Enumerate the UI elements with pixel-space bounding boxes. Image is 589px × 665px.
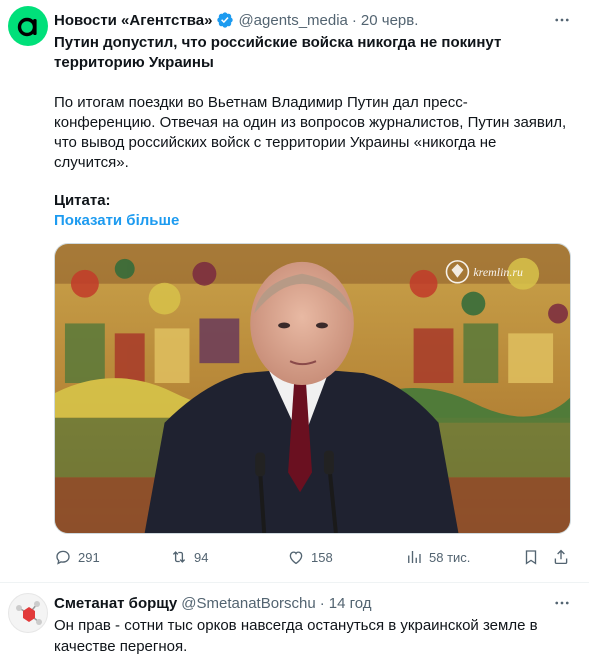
- bookmark-button[interactable]: [522, 546, 540, 568]
- agency-logo-icon: [17, 17, 37, 37]
- reply-author-handle[interactable]: @SmetanatBorschu: [181, 595, 315, 612]
- repost-button[interactable]: 94: [170, 546, 208, 568]
- reply-button[interactable]: 291: [54, 546, 100, 568]
- show-more-link[interactable]: Показати більше: [54, 212, 179, 229]
- like-button[interactable]: 158: [287, 546, 333, 568]
- tweet-body: По итогам поездки во Вьетнам Владимир Пу…: [54, 94, 567, 171]
- reply-header: Сметанат борщу @SmetanatBorschu · 14 год: [54, 593, 372, 613]
- author-name[interactable]: Новости «Агентства»: [54, 12, 212, 29]
- reply-date[interactable]: 14 год: [329, 595, 372, 612]
- press-conference-photo: kremlin.ru: [55, 244, 570, 533]
- reply-text: Он прав - сотни тыс орков навсегда остан…: [54, 617, 538, 655]
- tweet-header: Новости «Агентства» @agents_media · 20 ч…: [54, 10, 418, 30]
- reply-avatar[interactable]: [8, 593, 48, 633]
- more-icon[interactable]: [551, 10, 573, 30]
- author-handle[interactable]: @agents_media: [238, 12, 347, 29]
- verified-badge-icon: [217, 12, 234, 28]
- reply-author-name[interactable]: Сметанат борщу: [54, 595, 177, 612]
- avatar[interactable]: [8, 6, 48, 46]
- share-icon: [554, 549, 568, 565]
- tweet-date[interactable]: 20 черв.: [361, 12, 419, 29]
- views-icon: [408, 551, 421, 563]
- separator-dot: ·: [351, 11, 357, 29]
- reply-more-icon[interactable]: [551, 593, 573, 613]
- reply-separator-dot: ·: [319, 594, 325, 612]
- bookmark-icon: [525, 550, 537, 565]
- watermark-text: kremlin.ru: [473, 265, 523, 279]
- repost-icon: [172, 551, 186, 563]
- reply-tweet[interactable]: Сметанат борщу @SmetanatBorschu · 14 год…: [0, 583, 589, 665]
- tweet-media-image[interactable]: kremlin.ru: [54, 243, 571, 534]
- like-icon: [289, 551, 303, 565]
- tweet-headline: Путин допустил, что российские войска ни…: [54, 34, 502, 71]
- reply-count: 291: [78, 549, 100, 565]
- views-button[interactable]: 58 тис.: [405, 546, 470, 568]
- quote-label: Цитата:: [54, 192, 111, 209]
- views-count: 58 тис.: [429, 549, 471, 565]
- molecule-icon: [16, 601, 42, 625]
- share-button[interactable]: [552, 546, 570, 568]
- tweet-actions: 291 94 158 58 тис.: [54, 546, 571, 568]
- reply-icon: [56, 550, 70, 565]
- like-count: 158: [311, 549, 333, 565]
- repost-count: 94: [194, 549, 209, 565]
